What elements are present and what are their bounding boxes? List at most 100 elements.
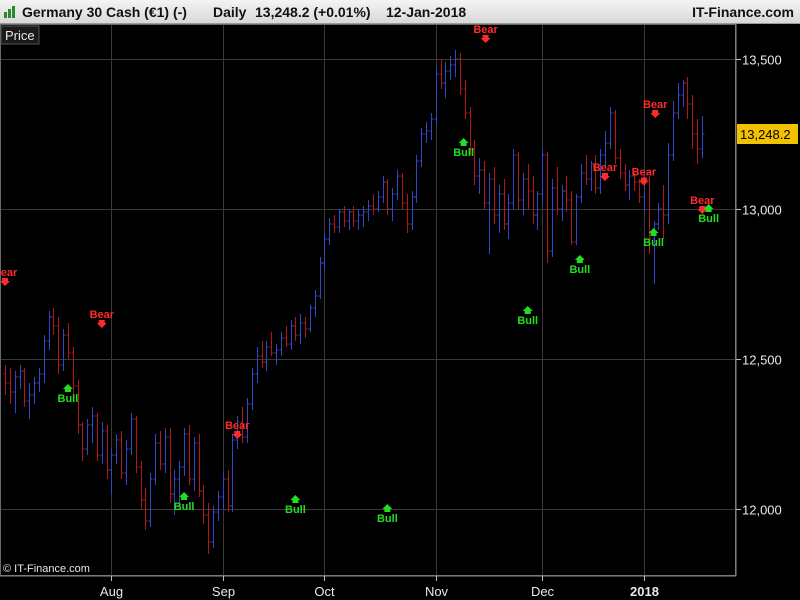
- bull-signal: Bull: [517, 306, 538, 327]
- ohlc-bar: [574, 194, 579, 245]
- ohlc-bar: [356, 209, 361, 230]
- ohlc-bar: [119, 431, 124, 479]
- ohlc-bar: [129, 413, 134, 455]
- ohlc-bar: [671, 101, 676, 161]
- ohlc-bar: [13, 371, 18, 413]
- bear-signal-label: Bear: [690, 195, 715, 207]
- ohlc-bar: [264, 341, 269, 371]
- ohlc-bar: [347, 209, 352, 230]
- ohlc-bar: [221, 473, 226, 509]
- ohlc-bar: [226, 470, 231, 512]
- bull-signal: Bull: [643, 228, 664, 249]
- ohlc-bar: [477, 158, 482, 194]
- ohlc-bar: [521, 173, 526, 215]
- price-label-text: Price: [5, 28, 35, 43]
- ohlc-bar: [395, 170, 400, 200]
- ohlc-bar: [443, 62, 448, 98]
- ohlc-bar: [148, 473, 153, 527]
- x-tick-label: Oct: [314, 584, 335, 599]
- bull-signal: Bull: [174, 492, 194, 513]
- ohlc-bar: [318, 257, 323, 299]
- y-tick-label: 12,500: [742, 353, 782, 368]
- ohlc-bar: [550, 179, 555, 257]
- ohlc-bar: [569, 191, 574, 245]
- ohlc-bar: [182, 428, 187, 476]
- x-tick-label: 2018: [630, 584, 659, 599]
- ohlc-bar: [90, 407, 95, 443]
- ohlc-bar: [22, 368, 27, 407]
- x-tick-label: Aug: [100, 584, 123, 599]
- bear-signal-label: Bear: [225, 420, 250, 432]
- ohlc-bar: [400, 173, 405, 209]
- bull-signal-label: Bull: [377, 513, 398, 525]
- bear-arrow-icon: [480, 35, 491, 43]
- ohlc-bar: [3, 365, 8, 395]
- ohlc-bar: [545, 152, 550, 263]
- ohlc-bar: [564, 176, 569, 212]
- bull-signal: Bull: [569, 255, 590, 276]
- ohlc-bar: [37, 368, 42, 392]
- ohlc-bar: [308, 305, 313, 332]
- bear-signal: Bear: [593, 162, 618, 181]
- bull-arrow-icon: [290, 495, 301, 503]
- ohlc-bar: [376, 191, 381, 212]
- ohlc-bar: [681, 80, 686, 107]
- ohlc-bar: [250, 368, 255, 410]
- bear-signal: Bear: [473, 24, 499, 43]
- ohlc-bar: [105, 425, 110, 479]
- ohlc-bar: [492, 167, 497, 224]
- ohlc-bar: [690, 95, 695, 149]
- ohlc-bar: [66, 323, 71, 359]
- ohlc-bar: [695, 119, 700, 164]
- bear-signal-label: Bear: [473, 24, 498, 36]
- ohlc-bar: [434, 68, 439, 125]
- y-tick-label: 13,500: [742, 53, 782, 68]
- ohlc-bar: [516, 152, 521, 209]
- ohlc-bar: [298, 314, 303, 344]
- ohlc-bar: [676, 83, 681, 119]
- bull-signal-label: Bull: [453, 147, 474, 159]
- ohlc-bar: [32, 377, 37, 404]
- ohlc-bars: [3, 50, 705, 554]
- ohlc-bar: [322, 233, 327, 269]
- ohlc-bar: [429, 113, 434, 140]
- ohlc-bar: [487, 173, 492, 254]
- ohlc-bar: [419, 128, 424, 167]
- y-tick-label: 13,000: [742, 203, 782, 218]
- ohlc-bar: [405, 194, 410, 233]
- ohlc-bar: [608, 107, 613, 149]
- bear-signal-label: Bear: [0, 267, 18, 279]
- x-tick-label: Nov: [425, 584, 449, 599]
- ohlc-bar: [410, 191, 415, 230]
- ohlc-bar: [279, 332, 284, 356]
- ohlc-bar: [666, 143, 671, 224]
- bull-arrow-icon: [179, 492, 190, 500]
- ohlc-bar: [95, 413, 100, 461]
- bull-arrow-icon: [648, 228, 659, 236]
- ohlc-bar: [579, 164, 584, 203]
- bear-signal: Bear: [632, 167, 657, 186]
- bull-signal-label: Bull: [698, 213, 719, 225]
- ohlc-bar: [284, 326, 289, 347]
- ohlc-bar: [27, 383, 32, 419]
- price-chart[interactable]: Bear Bull Bear Bull Bear Bull Bull Bull Bear Bull…: [0, 0, 800, 600]
- ohlc-bar: [289, 320, 294, 350]
- x-axis: Aug Sep Oct Nov Dec 2018: [100, 576, 659, 599]
- bull-signal-label: Bull: [285, 504, 306, 516]
- ohlc-bar: [337, 209, 342, 233]
- ohlc-bar: [187, 425, 192, 485]
- ohlc-bar: [618, 149, 623, 179]
- ohlc-bar: [51, 308, 56, 335]
- ohlc-bar: [511, 149, 516, 209]
- ohlc-bar: [381, 176, 386, 203]
- y-tick-label: 12,000: [742, 503, 782, 518]
- ohlc-bar: [700, 116, 705, 158]
- ohlc-bar: [255, 347, 260, 383]
- bull-signal: Bull: [58, 384, 78, 405]
- ohlc-bar: [637, 179, 642, 203]
- ohlc-bar: [192, 437, 197, 491]
- y-axis: 12,000 12,500 13,000 13,500: [736, 53, 782, 518]
- ohlc-bar: [371, 194, 376, 215]
- bull-arrow-icon: [382, 504, 393, 512]
- copyright-text: © IT-Finance.com: [3, 563, 90, 575]
